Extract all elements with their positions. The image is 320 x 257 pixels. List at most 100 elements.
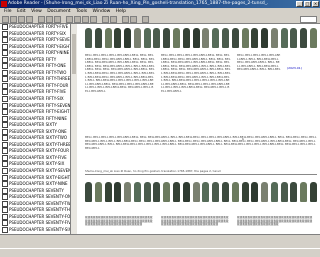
bookmark-label: PSEUDOCHAPTER FIFTY-THREE (9, 76, 71, 82)
bookmark-label: PSEUDOCHAPTER SIXTY-TWO (9, 135, 68, 141)
statue-figure (300, 182, 308, 202)
statue-figure (104, 182, 112, 202)
print-icon[interactable] (18, 16, 25, 23)
bookmark-label: PSEUDOCHAPTER SEVENTY-FOUR (9, 213, 71, 219)
statue-figure (192, 28, 200, 48)
first-page-icon[interactable] (66, 16, 73, 23)
menu-document[interactable]: Document (47, 9, 70, 14)
statue-figure (143, 182, 151, 202)
bookmark-label: PSEUDOCHAPTER SEVENTY (9, 187, 64, 193)
bookmark-icon (2, 37, 8, 44)
statue-figure (280, 182, 288, 202)
bookmark-icon (2, 109, 8, 116)
bookmark-label: PSEUDOCHAPTER FIFTY-SIX (9, 96, 64, 102)
statue-figure (114, 182, 122, 202)
bookmark-icon (2, 56, 8, 63)
bookmark-icon (2, 154, 8, 161)
bookmark-icon (2, 168, 8, 175)
save-icon[interactable] (10, 16, 17, 23)
menu-edit[interactable]: Edit (17, 9, 26, 14)
statue-figure (114, 28, 122, 48)
rotate-icon[interactable] (142, 16, 149, 23)
bookmark-icon (2, 207, 8, 214)
menu-tools[interactable]: Tools (76, 9, 87, 14)
zoom-in-icon[interactable] (110, 16, 117, 23)
scroll-thumb[interactable] (72, 34, 76, 74)
cjk-column-1: 我我我我我我我我我我我我我我我我我我我我我我我我我我我我我我我我我我我我我我我我… (85, 216, 153, 227)
email-icon[interactable] (26, 16, 33, 23)
bookmark-icon (2, 187, 8, 194)
date-label: (2023-01) (287, 66, 302, 70)
bookmark-icon (2, 174, 8, 181)
bookmark-icon (2, 220, 8, 227)
bookmark-icon (2, 213, 8, 220)
bookmark-label: PSEUDOCHAPTER FORTY-FIVE (9, 24, 69, 29)
bookmark-label: PSEUDOCHAPTER FIFTY-EIGHT (9, 109, 70, 115)
cjk-column-3: 我我我我我我我我我我我我我我我我我我我我我我我我我我我我我我我我我我我我我我我我… (237, 216, 313, 227)
bookmark-icon (2, 82, 8, 89)
close-button[interactable]: × (312, 1, 319, 7)
search-field[interactable] (300, 16, 317, 23)
statue-figure (309, 28, 317, 48)
bookmark-label: PSEUDOCHAPTER SEVENTY-FIVE (9, 220, 71, 226)
statue-figure (241, 182, 249, 202)
bookmark-icon (2, 226, 8, 233)
bookmark-label: PSEUDOCHAPTER SIXTY-FOUR (9, 148, 70, 154)
bookmark-icon (2, 194, 8, 201)
bookmark-label: PSEUDOCHAPTER FORTY-NINE (9, 50, 70, 56)
select-tool-icon[interactable] (46, 16, 53, 23)
bookmark-label: PSEUDOCHAPTER FIFTY-TWO (9, 69, 67, 75)
next-page-icon[interactable] (82, 16, 89, 23)
statue-figure (153, 182, 161, 202)
bookmark-label: PSEUDOCHAPTER FIFTY-ONE (9, 63, 66, 69)
bookmark-label: PSEUDOCHAPTER SIXTY-ONE (9, 128, 67, 134)
statue-figure (251, 182, 259, 202)
bookmark-label: PSEUDOCHAPTER SEVENTY-SIX (9, 226, 71, 232)
statue-figure (221, 28, 229, 48)
statue-figure (85, 28, 92, 48)
statue-figure (143, 28, 151, 48)
text-column-2: BELL BELL BELL BELL BELLBELLBELL BELL BE… (161, 54, 231, 93)
open-icon[interactable] (2, 16, 9, 23)
menu-view[interactable]: View (31, 9, 42, 14)
statue-figure (173, 28, 181, 48)
statue-row-top (85, 28, 317, 50)
bookmark-label: PSEUDOCHAPTER SIXTY-THREE (9, 141, 71, 147)
page-caption: Shuhe-lrong_mei_sk Liao Zi Ruan, ho Xing… (85, 169, 221, 173)
title-bar: Adobe Reader - [Shuhe-lrong_mei_sk_Liao … (0, 0, 320, 8)
fit-page-icon[interactable] (122, 16, 129, 23)
statue-figure (133, 182, 141, 202)
statue-figure (192, 182, 200, 202)
zoom-out-icon[interactable] (102, 16, 109, 23)
menu-file[interactable]: File (4, 9, 12, 14)
bookmark-label: PSEUDOCHAPTER SIXTY-SIX (9, 161, 65, 167)
bookmark-label: PSEUDOCHAPTER FIFTY-NINE (9, 115, 67, 121)
bookmark-label: PSEUDOCHAPTER FIFTY (9, 56, 57, 62)
statue-figure (182, 28, 190, 48)
previous-page-icon[interactable] (74, 16, 81, 23)
statue-figure (94, 182, 102, 202)
statue-figure (163, 182, 171, 202)
statue-figure (104, 28, 112, 48)
menu-window[interactable]: Window (93, 9, 111, 14)
menu-help[interactable]: Help (116, 9, 126, 14)
bookmark-label: PSEUDOCHAPTER SIXTY-SEVEN (9, 168, 71, 174)
minimize-button[interactable]: _ (296, 1, 303, 7)
bookmark-icon (2, 128, 8, 135)
zoom-tool-icon[interactable] (54, 16, 61, 23)
bookmark-icon (2, 96, 8, 103)
bookmark-label: PSEUDOCHAPTER SIXTY-NINE (9, 181, 68, 187)
statue-figure (309, 182, 317, 202)
menu-bar: File Edit View Document Tools Window Hel… (0, 8, 320, 15)
hand-tool-icon[interactable] (38, 16, 45, 23)
bookmark-icon (2, 122, 8, 129)
last-page-icon[interactable] (90, 16, 97, 23)
fit-width-icon[interactable] (130, 16, 137, 23)
statue-figure (94, 28, 102, 48)
bookmark-label: PSEUDOCHAPTER SEVENTY-THREE (9, 207, 71, 213)
bookmark-label: PSEUDOCHAPTER SEVENTY-ONE (9, 194, 71, 200)
window-title: Adobe Reader - [Shuhe-lrong_mei_sk_Liao … (8, 1, 268, 6)
maximize-button[interactable]: □ (304, 1, 311, 7)
bookmarks-scrollbar[interactable] (70, 24, 77, 234)
text-column-1: BELL BELL BELL BELL BELLBELLBELL BELL BE… (85, 54, 155, 93)
